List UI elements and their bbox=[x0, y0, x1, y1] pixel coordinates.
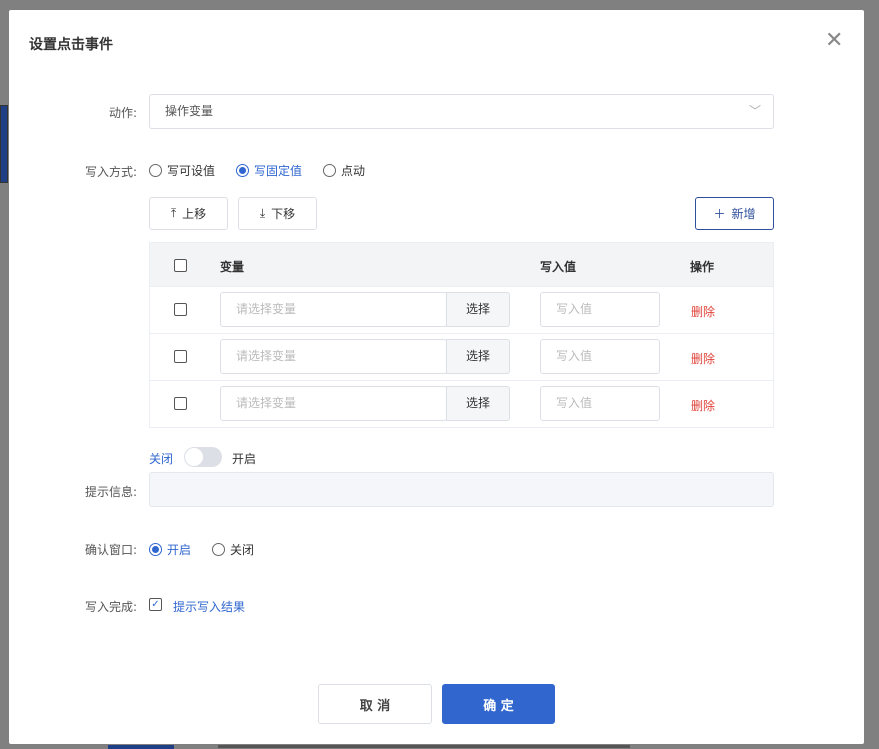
complete-label: 写入完成: bbox=[84, 600, 137, 614]
radio-icon bbox=[149, 164, 162, 177]
row-checkbox[interactable] bbox=[174, 397, 187, 410]
radio-confirm-off[interactable]: 关闭 bbox=[212, 541, 254, 558]
background-widget bbox=[0, 105, 8, 183]
radio-label: 关闭 bbox=[230, 543, 255, 557]
table-header: 变量 写入值 操作 bbox=[150, 243, 773, 286]
variable-input[interactable]: 请选择变量 bbox=[220, 292, 447, 327]
action-label: 动作: bbox=[108, 106, 137, 120]
radio-icon bbox=[212, 543, 225, 556]
radio-label: 点动 bbox=[341, 164, 366, 178]
radio-checked-icon bbox=[149, 543, 162, 556]
table-row: 请选择变量 选择 写入值 删除 bbox=[150, 380, 773, 427]
action-select[interactable]: 操作变量 ﹀ bbox=[149, 94, 774, 129]
switch-on-label: 开启 bbox=[232, 452, 257, 466]
radio-label: 写固定值 bbox=[254, 164, 303, 178]
select-variable-button[interactable]: 选择 bbox=[446, 292, 510, 327]
header-variable: 变量 bbox=[220, 260, 245, 274]
move-down-button[interactable]: ⤓ 下移 bbox=[238, 197, 317, 230]
delete-link[interactable]: 删除 bbox=[691, 350, 715, 367]
row-checkbox[interactable] bbox=[174, 303, 187, 316]
tip-toggle[interactable] bbox=[184, 447, 222, 467]
write-value-input[interactable]: 写入值 bbox=[540, 339, 660, 374]
radio-fixed[interactable]: 写固定值 bbox=[236, 162, 302, 179]
dialog-title: 设置点击事件 bbox=[29, 37, 113, 53]
move-up-button[interactable]: ⤒ 上移 bbox=[149, 197, 228, 230]
arrow-up-icon: ⤒ bbox=[170, 206, 177, 220]
tip-label: 提示信息: bbox=[84, 485, 137, 499]
background-bar bbox=[108, 745, 174, 749]
select-variable-button[interactable]: 选择 bbox=[446, 339, 510, 374]
write-value-input[interactable]: 写入值 bbox=[540, 386, 660, 421]
button-label: 下移 bbox=[271, 207, 296, 221]
arrow-down-icon: ⤓ bbox=[259, 206, 266, 220]
confirm-label: 确认窗口: bbox=[84, 543, 137, 557]
row-checkbox[interactable] bbox=[174, 350, 187, 363]
radio-writable[interactable]: 写可设值 bbox=[149, 162, 215, 179]
switch-off-label: 关闭 bbox=[149, 452, 174, 466]
confirm-button[interactable]: 确 定 bbox=[442, 684, 555, 724]
variable-input[interactable]: 请选择变量 bbox=[220, 339, 447, 374]
header-value: 写入值 bbox=[540, 260, 577, 274]
show-result-checkbox[interactable]: ✓ bbox=[149, 598, 162, 611]
button-label: 上移 bbox=[182, 207, 207, 221]
cancel-button[interactable]: 取 消 bbox=[318, 684, 432, 724]
radio-confirm-on[interactable]: 开启 bbox=[149, 541, 191, 558]
radio-checked-icon bbox=[236, 164, 249, 177]
table-row: 请选择变量 选择 写入值 删除 bbox=[150, 286, 773, 333]
radio-jog[interactable]: 点动 bbox=[323, 162, 365, 179]
button-label: 新增 bbox=[731, 207, 756, 221]
radio-icon bbox=[323, 164, 336, 177]
select-all-checkbox[interactable] bbox=[174, 259, 187, 272]
radio-label: 写可设值 bbox=[167, 164, 216, 178]
check-icon: ✓ bbox=[151, 599, 160, 610]
write-value-input[interactable]: 写入值 bbox=[540, 292, 660, 327]
table-row: 请选择变量 选择 写入值 删除 bbox=[150, 333, 773, 380]
background-bar bbox=[218, 745, 630, 748]
close-icon[interactable]: ✕ bbox=[825, 28, 843, 53]
delete-link[interactable]: 删除 bbox=[691, 397, 715, 414]
select-variable-button[interactable]: 选择 bbox=[446, 386, 510, 421]
click-event-dialog: 设置点击事件 ✕ 动作: 操作变量 ﹀ 写入方式: 写可设值 写固定值 点动 ⤒ 上… bbox=[9, 10, 864, 744]
write-mode-label: 写入方式: bbox=[84, 165, 137, 179]
delete-link[interactable]: 删除 bbox=[691, 303, 715, 320]
header-ops: 操作 bbox=[690, 260, 715, 274]
tip-input[interactable] bbox=[149, 472, 774, 507]
action-value: 操作变量 bbox=[165, 104, 214, 118]
radio-label: 开启 bbox=[167, 543, 192, 557]
variable-table: 变量 写入值 操作 请选择变量 选择 写入值 删除 请选择变量 选择 写入值 删… bbox=[149, 242, 774, 428]
chevron-down-icon: ﹀ bbox=[748, 104, 761, 118]
variable-input[interactable]: 请选择变量 bbox=[220, 386, 447, 421]
add-button[interactable]: ＋ 新增 bbox=[695, 197, 774, 230]
show-result-label[interactable]: 提示写入结果 bbox=[173, 598, 245, 615]
plus-icon: ＋ bbox=[713, 207, 726, 221]
